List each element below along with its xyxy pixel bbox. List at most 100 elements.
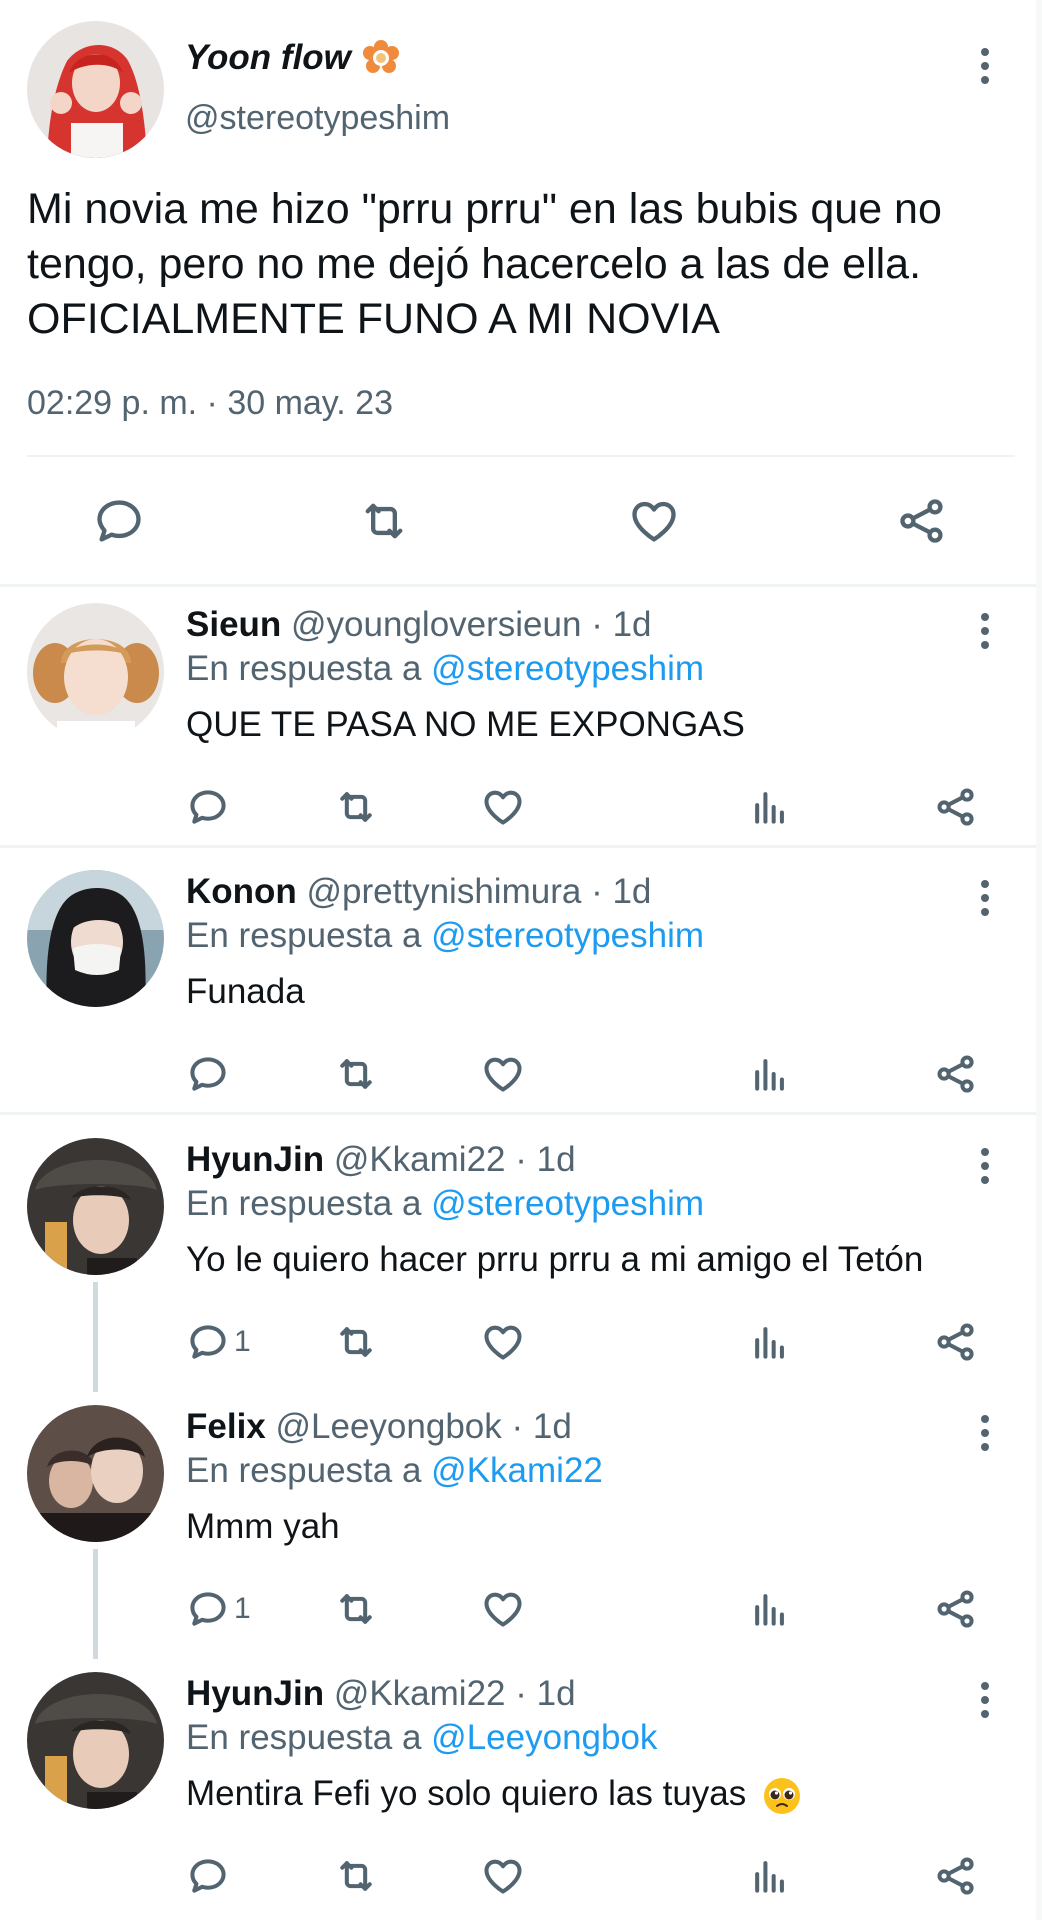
retweet-button[interactable] bbox=[334, 1050, 378, 1098]
avatar[interactable] bbox=[27, 1672, 164, 1809]
avatar[interactable] bbox=[27, 1405, 164, 1542]
reply-icon[interactable] bbox=[93, 495, 145, 547]
reply-author-handle[interactable]: @Kkami22 bbox=[334, 1674, 506, 1713]
avatar[interactable] bbox=[27, 21, 164, 158]
analytics-button[interactable] bbox=[748, 1050, 792, 1098]
more-options-icon[interactable] bbox=[970, 1411, 1000, 1455]
share-button[interactable] bbox=[934, 1318, 978, 1366]
like-icon[interactable] bbox=[628, 495, 680, 547]
reply-author-name[interactable]: HyunJin bbox=[186, 1674, 324, 1713]
reply-time[interactable]: 1d bbox=[533, 1407, 572, 1446]
author-name[interactable]: Yoon flow bbox=[185, 38, 351, 78]
reply-time[interactable]: 1d bbox=[537, 1140, 576, 1179]
avatar[interactable] bbox=[27, 603, 164, 740]
reply-count: 1 bbox=[234, 1592, 251, 1625]
avatar[interactable] bbox=[27, 1138, 164, 1275]
reply-author-handle[interactable]: @youngloversieun bbox=[291, 605, 581, 644]
reply-author-handle[interactable]: @Kkami22 bbox=[334, 1140, 506, 1179]
like-button[interactable] bbox=[481, 783, 525, 831]
share-button[interactable] bbox=[934, 783, 978, 831]
like-button[interactable] bbox=[481, 1050, 525, 1098]
retweet-button[interactable] bbox=[334, 1318, 378, 1366]
reply-tweet[interactable]: Konon @prettynishimura · 1d En respuesta… bbox=[0, 854, 1036, 1121]
reply-context: En respuesta a @Leeyongbok bbox=[186, 1718, 657, 1758]
reply-time[interactable]: 1d bbox=[537, 1674, 576, 1713]
retweet-button[interactable] bbox=[334, 1852, 378, 1900]
reply-button[interactable] bbox=[186, 1852, 234, 1900]
more-options-icon[interactable] bbox=[970, 876, 1000, 920]
like-button[interactable] bbox=[481, 1318, 525, 1366]
retweet-icon bbox=[340, 792, 372, 822]
author-handle[interactable]: @stereotypeshim bbox=[185, 99, 450, 138]
reply-button[interactable]: 1 bbox=[186, 1585, 251, 1633]
share-button[interactable] bbox=[934, 1852, 978, 1900]
analytics-icon bbox=[755, 1594, 784, 1626]
retweet-button[interactable] bbox=[334, 1585, 378, 1633]
thread-line bbox=[93, 1549, 98, 1659]
retweet-icon[interactable] bbox=[358, 495, 410, 547]
tweet-text-line: OFICIALMENTE FUNO A MI NOVIA bbox=[27, 295, 720, 343]
avatar[interactable] bbox=[27, 870, 164, 1007]
mention-link[interactable]: @Kkami22 bbox=[431, 1451, 603, 1490]
retweet-icon bbox=[340, 1059, 372, 1089]
mention-link[interactable]: @stereotypeshim bbox=[431, 1184, 704, 1223]
reply-icon bbox=[190, 1592, 226, 1626]
like-icon bbox=[484, 790, 522, 825]
more-options-icon[interactable] bbox=[970, 609, 1000, 653]
like-button[interactable] bbox=[481, 1852, 525, 1900]
reply-icon bbox=[190, 1057, 226, 1091]
reply-author-name[interactable]: HyunJin bbox=[186, 1140, 324, 1179]
divider bbox=[0, 845, 1036, 848]
reply-text: Mentira Fefi yo solo quiero las tuyas bbox=[186, 1774, 747, 1813]
share-icon[interactable] bbox=[896, 495, 948, 547]
reply-context-prefix: En respuesta a bbox=[186, 1184, 422, 1223]
reply-author-handle[interactable]: @Leeyongbok bbox=[276, 1407, 502, 1446]
reply-tweet[interactable]: Sieun @youngloversieun · 1d En respuesta… bbox=[0, 587, 1036, 854]
reply-tweet[interactable]: Felix @Leeyongbok · 1d En respuesta a @K… bbox=[0, 1389, 1036, 1659]
separator-dot: · bbox=[591, 872, 603, 911]
reply-button[interactable] bbox=[186, 783, 234, 831]
analytics-button[interactable] bbox=[748, 1585, 792, 1633]
analytics-button[interactable] bbox=[748, 1852, 792, 1900]
share-button[interactable] bbox=[934, 1050, 978, 1098]
reply-text: QUE TE PASA NO ME EXPONGAS bbox=[186, 705, 745, 744]
more-options-icon[interactable] bbox=[970, 1144, 1000, 1188]
reply-author-name[interactable]: Sieun bbox=[186, 605, 281, 644]
reply-button[interactable] bbox=[186, 1050, 234, 1098]
mention-link[interactable]: @stereotypeshim bbox=[431, 649, 704, 688]
analytics-button[interactable] bbox=[748, 1318, 792, 1366]
tweet-text-line: tengo, pero no me dejó hacercelo a las d… bbox=[27, 240, 922, 288]
reply-author-name[interactable]: Felix bbox=[186, 1407, 266, 1446]
more-options-icon[interactable] bbox=[970, 44, 1000, 88]
retweet-button[interactable] bbox=[334, 783, 378, 831]
divider bbox=[27, 455, 1015, 457]
reply-tweet[interactable]: HyunJin @Kkami22 · 1d En respuesta a @Le… bbox=[0, 1656, 1036, 1923]
reply-actions bbox=[186, 783, 1006, 831]
mention-link[interactable]: @Leeyongbok bbox=[431, 1718, 657, 1757]
divider bbox=[0, 1112, 1036, 1115]
mention-link[interactable]: @stereotypeshim bbox=[431, 916, 704, 955]
flower-badge-icon bbox=[362, 40, 399, 73]
reply-time[interactable]: 1d bbox=[612, 872, 651, 911]
reply-text: Mmm yah bbox=[186, 1507, 340, 1546]
retweet-icon bbox=[340, 1594, 372, 1624]
separator-dot: · bbox=[515, 1140, 527, 1179]
reply-context: En respuesta a @stereotypeshim bbox=[186, 916, 704, 956]
reply-author-name[interactable]: Konon bbox=[186, 872, 297, 911]
reply-context-prefix: En respuesta a bbox=[186, 916, 422, 955]
reply-context: En respuesta a @stereotypeshim bbox=[186, 1184, 704, 1224]
reply-time[interactable]: 1d bbox=[613, 605, 652, 644]
reply-context-prefix: En respuesta a bbox=[186, 1718, 422, 1757]
analytics-button[interactable] bbox=[748, 783, 792, 831]
more-options-icon[interactable] bbox=[970, 1678, 1000, 1722]
retweet-icon bbox=[340, 1327, 372, 1357]
reply-button[interactable]: 1 bbox=[186, 1318, 251, 1366]
like-button[interactable] bbox=[481, 1585, 525, 1633]
thread-line bbox=[93, 1282, 98, 1392]
separator-dot: · bbox=[511, 1407, 524, 1446]
tweet-timestamp[interactable]: 02:29 p. m. · 30 may. 23 bbox=[27, 384, 393, 423]
reply-tweet[interactable]: HyunJin @Kkami22 · 1d En respuesta a @st… bbox=[0, 1122, 1036, 1392]
reply-author-handle[interactable]: @prettynishimura bbox=[307, 872, 582, 911]
share-button[interactable] bbox=[934, 1585, 978, 1633]
analytics-icon bbox=[755, 1059, 784, 1091]
